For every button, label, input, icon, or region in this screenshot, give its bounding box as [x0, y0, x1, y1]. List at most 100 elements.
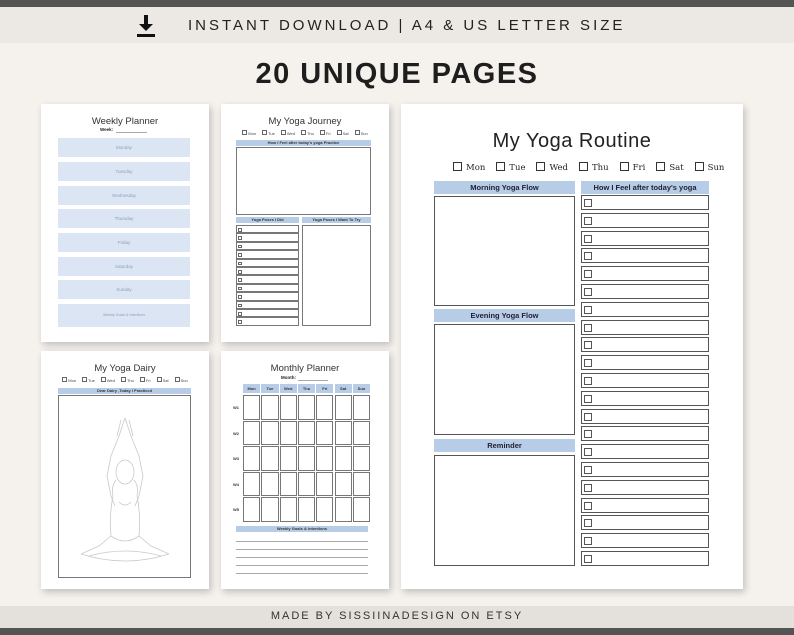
morning-flow-box	[434, 196, 575, 306]
day-check-sat: Sat	[337, 131, 349, 136]
yoga-routine-page: My Yoga Routine Mon Tue Wed Thu Fri Sat Sun Mo…	[401, 104, 743, 589]
checkbox-icon	[238, 295, 242, 299]
pose-check-row	[236, 317, 299, 326]
checkbox-icon	[238, 312, 242, 316]
weekly-day-bar: Tuesday	[58, 162, 190, 181]
checkbox-icon	[238, 303, 242, 308]
day-check-sat: Sat	[656, 162, 683, 173]
month-cell	[261, 446, 279, 471]
reminder-header: Reminder	[434, 439, 575, 452]
checkbox-icon	[238, 278, 242, 282]
feel-check-row	[581, 390, 709, 406]
month-cell	[334, 420, 352, 445]
checkbox-icon	[238, 320, 242, 324]
day-check-mon: Mon	[453, 162, 485, 173]
feel-check-row	[581, 195, 709, 210]
month-cell	[243, 497, 261, 522]
weekly-day-bar: Saturday	[58, 257, 190, 276]
weekly-day-bar: Wednesday	[58, 186, 190, 205]
yoga-dairy-title: My Yoga Dairy	[94, 363, 156, 374]
feel-check-row	[581, 533, 709, 549]
month-cell	[243, 395, 261, 420]
checkbox-icon	[238, 261, 242, 266]
dairy-box	[58, 395, 191, 578]
week-label: Week:	[100, 127, 114, 132]
weekly-day-bar: Sunday	[58, 280, 190, 299]
day-check-fri: Fri	[620, 162, 646, 173]
checkbox-icon	[238, 286, 242, 291]
pose-check-row	[236, 250, 299, 259]
feel-check-row	[581, 373, 709, 388]
pose-check-row	[236, 241, 299, 251]
poses-try-box	[302, 225, 371, 326]
month-day-header: Sun	[352, 384, 371, 393]
month-cell	[334, 446, 352, 471]
day-check-tue: Tue	[262, 131, 275, 136]
footer-bar: MADE BY SISSIINADESIGN ON ETSY	[0, 606, 794, 628]
month-day-header: Tue	[261, 384, 279, 393]
month-cell	[279, 446, 297, 471]
meditating-figure-icon	[80, 417, 170, 562]
routine-day-checkboxes: Mon Tue Wed Thu Fri Sat Sun	[453, 162, 735, 173]
feel-check-row	[581, 337, 709, 353]
poses-try-header: Yoga Poses I Want To Try	[302, 217, 371, 223]
feel-check-row	[581, 462, 709, 477]
feel-check-row	[581, 426, 709, 442]
month-cell	[279, 497, 297, 522]
checkbox-icon	[238, 253, 242, 257]
feel-check-row	[581, 479, 709, 495]
week-line	[116, 132, 147, 133]
feel-check-row	[581, 355, 709, 371]
month-cell	[316, 497, 334, 522]
weekly-day-bar: Monday	[58, 138, 190, 157]
feel-check-row	[581, 212, 709, 228]
dairy-header: Dear Dairy ,Today I Practiced	[58, 388, 191, 394]
month-cell	[297, 395, 316, 420]
month-day-header: Fri	[316, 384, 334, 393]
week-label: W3	[233, 456, 239, 461]
week-label: W5	[233, 507, 239, 512]
day-check-thu: Thu	[301, 131, 314, 136]
poses-did-header: Yoga Poses I Did	[236, 217, 299, 223]
month-cell	[334, 395, 352, 420]
pose-check-row	[236, 283, 299, 293]
pose-check-row	[236, 292, 299, 301]
footer-text: MADE BY SISSIINADESIGN ON ETSY	[270, 610, 524, 622]
feel-header: How I Feel after today's yoga	[581, 181, 709, 194]
feel-check-row	[581, 266, 709, 282]
day-check-wed: Wed	[281, 131, 295, 136]
goal-line	[236, 565, 368, 566]
day-check-fri: Fri	[320, 131, 331, 136]
day-checkboxes: Mon Tue Wed Thu Fri Sat Sun	[221, 130, 389, 136]
yoga-journey-page: My Yoga Journey Mon Tue Wed Thu Fri Sat Sun Ho…	[221, 104, 389, 342]
month-cell	[243, 446, 261, 471]
day-check-sat: Sat	[157, 378, 169, 383]
goal-line	[236, 573, 368, 574]
month-cell	[352, 395, 371, 420]
month-day-header: Mon	[243, 384, 261, 393]
pose-check-row	[236, 275, 299, 284]
yoga-routine-title: My Yoga Routine	[492, 130, 652, 152]
main-title: 20 UNIQUE PAGES	[255, 58, 539, 90]
weekly-goals-bar: Weekly Goals & Intentions	[58, 304, 190, 327]
month-cell	[316, 471, 334, 496]
month-cell	[334, 471, 352, 496]
month-cell	[352, 497, 371, 522]
feel-check-row	[581, 444, 709, 460]
goal-line	[236, 549, 368, 550]
pose-check-row	[236, 225, 299, 234]
month-cell	[316, 446, 334, 471]
feel-check-row	[581, 551, 709, 566]
month-cell	[334, 497, 352, 522]
weekly-day-bar: Friday	[58, 233, 190, 252]
month-grid: Mon Tue Wed Thu Fri Sat Sun W1 W2 W3 W4 W5	[221, 351, 389, 589]
day-check-sun: Sun	[695, 162, 725, 173]
poses-did-list	[236, 225, 299, 326]
month-day-header: Sat	[334, 384, 352, 393]
month-cell	[243, 471, 261, 496]
feel-check-row	[581, 230, 709, 246]
yoga-dairy-page: My Yoga Dairy Mon Tue Wed Thu Fri Sat Sun Dear…	[41, 351, 209, 589]
month-cell	[261, 395, 279, 420]
header-text: INSTANT DOWNLOAD | A4 & US LETTER SIZE	[188, 17, 626, 34]
month-cell	[316, 395, 334, 420]
